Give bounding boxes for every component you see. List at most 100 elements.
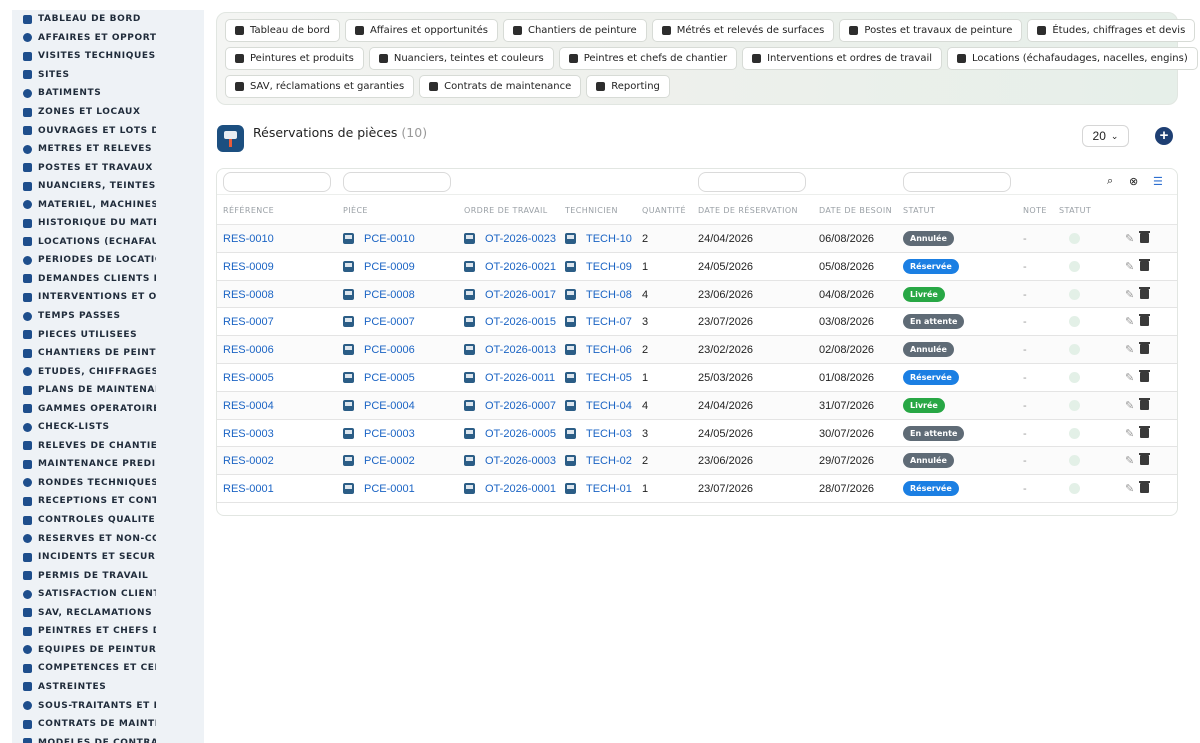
sidebar-item[interactable]: SITES bbox=[12, 66, 204, 85]
filter-statut-input[interactable] bbox=[903, 172, 1011, 192]
piece-link[interactable]: PCE-0010 bbox=[364, 233, 415, 245]
column-header[interactable]: ORDRE DE TRAVAIL bbox=[464, 206, 548, 215]
nav-button[interactable]: Études, chiffrages et devis bbox=[1027, 19, 1196, 42]
piece-link[interactable]: PCE-0005 bbox=[364, 372, 415, 384]
filter-piece-input[interactable] bbox=[343, 172, 451, 192]
sidebar-item[interactable]: ÉTUDES, CHIFFRAGES ET bbox=[12, 362, 204, 381]
piece-link[interactable]: PCE-0008 bbox=[364, 289, 415, 301]
sidebar-item[interactable]: GAMMES OPÉRATOIRES bbox=[12, 399, 204, 418]
sidebar-item[interactable]: PLANS DE MAINTENANCE bbox=[12, 381, 204, 400]
sidebar-item[interactable]: TEMPS PASSÉS bbox=[12, 307, 204, 326]
nav-button[interactable]: SAV, réclamations et garanties bbox=[225, 75, 415, 98]
work-order-link[interactable]: OT-2026-0005 bbox=[485, 428, 556, 440]
sidebar-item[interactable]: PERMIS DE TRAVAIL bbox=[12, 566, 204, 585]
sidebar-item[interactable]: PÉRIODES DE LOCATION bbox=[12, 251, 204, 270]
sidebar-item[interactable]: PEINTRES ET CHEFS DE ( bbox=[12, 622, 204, 641]
trash-icon[interactable] bbox=[1139, 481, 1150, 494]
sidebar-item[interactable]: LOCATIONS (ÉCHAFAUDA bbox=[12, 233, 204, 252]
sidebar-item[interactable]: CHECK-LISTS bbox=[12, 418, 204, 437]
piece-link[interactable]: PCE-0009 bbox=[364, 261, 415, 273]
reference-link[interactable]: RES-0010 bbox=[223, 233, 274, 245]
sidebar-item[interactable]: POSTES ET TRAVAUX DE bbox=[12, 158, 204, 177]
sidebar-item[interactable]: DEMANDES CLIENTS ET I bbox=[12, 270, 204, 289]
trash-icon[interactable] bbox=[1139, 314, 1150, 327]
column-header[interactable]: DATE DE RÉSERVATION bbox=[698, 206, 798, 215]
column-header[interactable]: DATE DE BESOIN bbox=[819, 206, 892, 215]
edit-icon[interactable]: ✎ bbox=[1125, 482, 1134, 495]
work-order-link[interactable]: OT-2026-0011 bbox=[485, 372, 555, 384]
technician-link[interactable]: TECH-06 bbox=[586, 344, 632, 356]
reference-link[interactable]: RES-0008 bbox=[223, 289, 274, 301]
nav-button[interactable]: Contrats de maintenance bbox=[419, 75, 582, 98]
sidebar-item[interactable]: RÉSERVES ET NON-CONF bbox=[12, 529, 204, 548]
nav-button[interactable]: Peintures et produits bbox=[225, 47, 364, 70]
technician-link[interactable]: TECH-05 bbox=[586, 372, 632, 384]
per-page-select[interactable]: 20 ⌄ bbox=[1082, 125, 1129, 147]
piece-link[interactable]: PCE-0007 bbox=[364, 316, 415, 328]
clear-filter-icon[interactable]: ⊗ bbox=[1129, 175, 1138, 188]
piece-link[interactable]: PCE-0002 bbox=[364, 455, 415, 467]
trash-icon[interactable] bbox=[1139, 397, 1150, 410]
nav-button[interactable]: Métrés et relevés de surfaces bbox=[651, 19, 835, 42]
work-order-link[interactable]: OT-2026-0001 bbox=[485, 483, 556, 495]
edit-icon[interactable]: ✎ bbox=[1125, 371, 1134, 384]
sidebar-item[interactable]: HISTORIQUE DU MATÉRIE bbox=[12, 214, 204, 233]
sidebar-item[interactable]: COMPÉTENCES ET CERTI bbox=[12, 659, 204, 678]
sidebar-item[interactable]: OUVRAGES ET LOTS DE T bbox=[12, 121, 204, 140]
search-icon[interactable]: ⌕ bbox=[1107, 175, 1113, 188]
trash-icon[interactable] bbox=[1139, 453, 1150, 466]
sidebar-item[interactable]: VISITES TECHNIQUES ET bbox=[12, 47, 204, 66]
sidebar-item[interactable]: NUANCIERS, TEINTES ET bbox=[12, 177, 204, 196]
edit-icon[interactable]: ✎ bbox=[1125, 288, 1134, 301]
trash-icon[interactable] bbox=[1139, 425, 1150, 438]
work-order-link[interactable]: OT-2026-0017 bbox=[485, 289, 556, 301]
technician-link[interactable]: TECH-07 bbox=[586, 316, 632, 328]
nav-button[interactable]: Affaires et opportunités bbox=[344, 19, 498, 42]
piece-link[interactable]: PCE-0003 bbox=[364, 428, 415, 440]
reference-link[interactable]: RES-0005 bbox=[223, 372, 274, 384]
sidebar-item[interactable]: ÉQUIPES DE PEINTURE bbox=[12, 641, 204, 660]
sidebar-item[interactable]: TABLEAU DE BORD bbox=[12, 10, 204, 29]
sidebar-item[interactable]: CHANTIERS DE PEINTURI bbox=[12, 344, 204, 363]
reference-link[interactable]: RES-0009 bbox=[223, 261, 274, 273]
sidebar-item[interactable]: CONTRÔLES QUALITÉ ET bbox=[12, 511, 204, 530]
technician-link[interactable]: TECH-08 bbox=[586, 289, 632, 301]
technician-link[interactable]: TECH-10 bbox=[586, 233, 632, 245]
sidebar-item[interactable]: MODÈLES DE CONTRATS bbox=[12, 733, 204, 743]
edit-icon[interactable]: ✎ bbox=[1125, 427, 1134, 440]
sidebar-item[interactable]: MATÉRIEL, MACHINES ET bbox=[12, 195, 204, 214]
nav-button[interactable]: Peintres et chefs de chantier bbox=[558, 47, 738, 70]
reference-link[interactable]: RES-0001 bbox=[223, 483, 274, 495]
reference-link[interactable]: RES-0007 bbox=[223, 316, 274, 328]
work-order-link[interactable]: OT-2026-0007 bbox=[485, 400, 556, 412]
edit-icon[interactable]: ✎ bbox=[1125, 260, 1134, 273]
piece-link[interactable]: PCE-0006 bbox=[364, 344, 415, 356]
nav-button[interactable]: Interventions et ordres de travail bbox=[742, 47, 943, 70]
sidebar-item[interactable]: INCIDENTS ET SÉCURITÉ bbox=[12, 548, 204, 567]
reference-link[interactable]: RES-0006 bbox=[223, 344, 274, 356]
work-order-link[interactable]: OT-2026-0015 bbox=[485, 316, 556, 328]
sidebar-item[interactable]: INTERVENTIONS ET ORDI bbox=[12, 288, 204, 307]
piece-link[interactable]: PCE-0004 bbox=[364, 400, 415, 412]
edit-icon[interactable]: ✎ bbox=[1125, 232, 1134, 245]
sidebar-item[interactable]: SOUS-TRAITANTS ET FOU bbox=[12, 696, 204, 715]
filter-date-reservation-input[interactable] bbox=[698, 172, 806, 192]
sidebar-item[interactable]: ZONES ET LOCAUX bbox=[12, 103, 204, 122]
technician-link[interactable]: TECH-03 bbox=[586, 428, 632, 440]
technician-link[interactable]: TECH-04 bbox=[586, 400, 632, 412]
column-header[interactable]: QUANTITÉ bbox=[642, 206, 686, 215]
reference-link[interactable]: RES-0002 bbox=[223, 455, 274, 467]
work-order-link[interactable]: OT-2026-0013 bbox=[485, 344, 556, 356]
nav-button[interactable]: Reporting bbox=[586, 75, 670, 98]
trash-icon[interactable] bbox=[1139, 342, 1150, 355]
nav-button[interactable]: Tableau de bord bbox=[225, 19, 340, 42]
sidebar-item[interactable]: PIÈCES UTILISÉES bbox=[12, 325, 204, 344]
trash-icon[interactable] bbox=[1139, 258, 1150, 271]
sidebar-item[interactable]: RELEVÉS DE CHANTIER bbox=[12, 437, 204, 456]
sidebar-item[interactable]: RONDES TECHNIQUES bbox=[12, 474, 204, 493]
nav-button[interactable]: Nuanciers, teintes et couleurs bbox=[368, 47, 554, 70]
column-header[interactable]: TECHNICIEN bbox=[565, 206, 618, 215]
column-header[interactable]: RÉFÉRENCE bbox=[223, 206, 274, 215]
piece-link[interactable]: PCE-0001 bbox=[364, 483, 415, 495]
column-header[interactable]: STATUT bbox=[1059, 206, 1091, 215]
